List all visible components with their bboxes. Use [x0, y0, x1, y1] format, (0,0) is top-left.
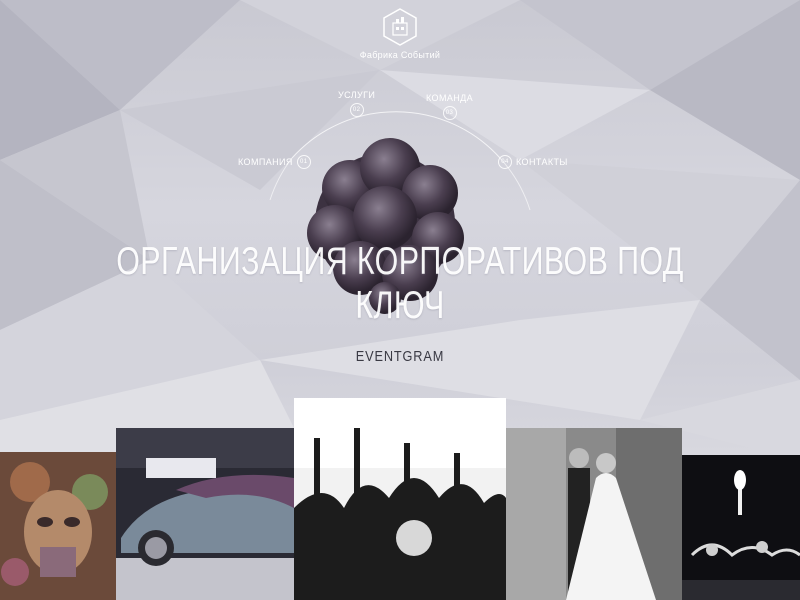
carnival-mask-photo-icon	[0, 452, 116, 600]
nav-number: 02	[349, 103, 364, 117]
gallery-photo-mask[interactable]	[0, 452, 116, 600]
brand-name: Фабрика Событий	[359, 50, 441, 60]
nav-item-services[interactable]: УСЛУГИ 02	[338, 90, 375, 117]
concert-crowd-photo-icon	[294, 398, 506, 600]
section-title: EVENTGRAM	[355, 348, 445, 365]
nav-label: КОМАНДА	[426, 93, 474, 103]
nav-label: КОМПАНИЯ	[238, 157, 293, 167]
nav-item-contacts[interactable]: 04 КОНТАКТЫ	[498, 155, 568, 169]
fire-show-photo-icon	[682, 455, 800, 600]
nav-label: УСЛУГИ	[338, 90, 376, 100]
gallery-photo-car[interactable]	[116, 428, 294, 600]
nav-number: 04	[498, 155, 512, 169]
gallery-photo-concert[interactable]	[294, 398, 506, 600]
logo[interactable]	[380, 8, 420, 51]
nav-label: КОНТАКТЫ	[516, 157, 568, 167]
gallery-photo-fireshow[interactable]	[682, 455, 800, 600]
gallery-photo-wedding[interactable]	[506, 428, 682, 600]
wedding-couple-photo-icon	[506, 428, 682, 600]
hero-headline: ОРГАНИЗАЦИЯ КОРПОРАТИВОВ ПОД КЛЮЧ	[116, 240, 684, 328]
nav-number: 03	[442, 106, 457, 120]
car-show-photo-icon	[116, 428, 294, 600]
nav-item-team[interactable]: КОМАНДА 03	[426, 93, 473, 120]
hexagon-building-logo-icon	[383, 8, 417, 46]
